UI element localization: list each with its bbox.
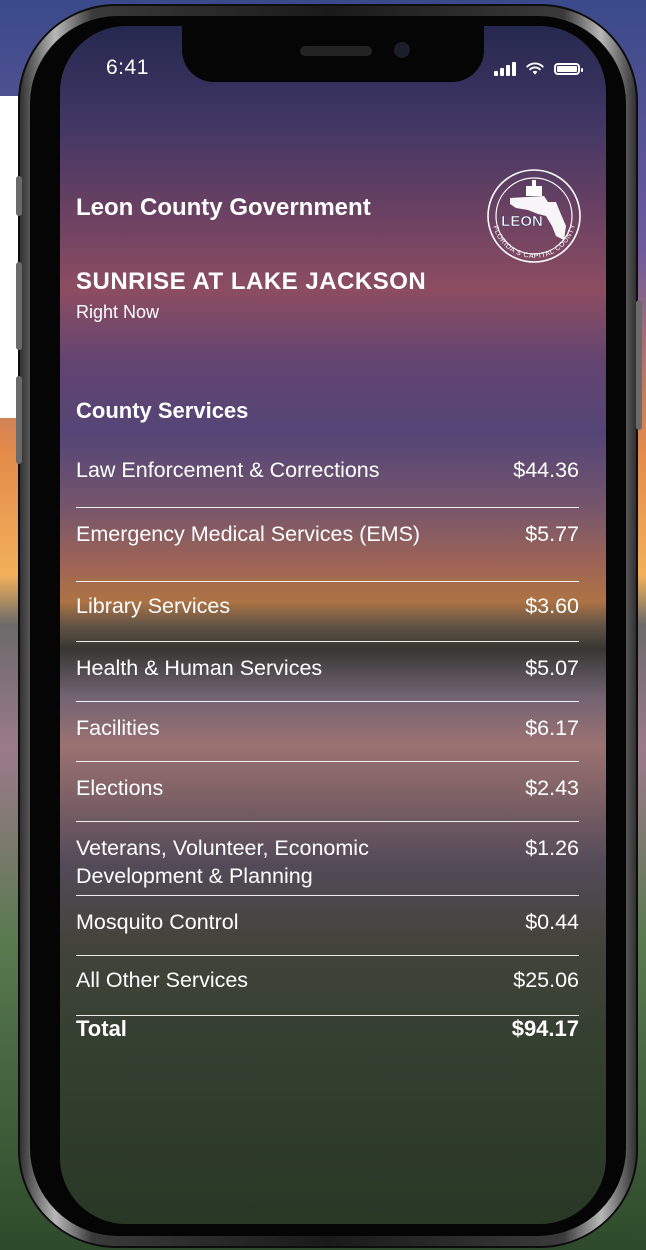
service-row: Emergency Medical Services (EMS) $5.77 [76,508,579,582]
service-row: Law Enforcement & Corrections $44.36 [76,448,579,508]
service-name: Library Services [76,594,231,618]
service-row: Library Services $3.60 [76,582,579,642]
front-camera [394,42,410,58]
speaker-grille [300,46,372,56]
service-amount: $3.60 [525,594,579,618]
service-row: Mosquito Control $0.44 [76,896,579,956]
photo-title: SUNRISE AT LAKE JACKSON [76,268,427,295]
status-icons [494,62,583,76]
battery-icon [554,63,583,75]
service-amount: $1.26 [525,836,579,860]
service-name: Veterans, Volunteer, Economic Developmen… [76,836,369,888]
service-row: Health & Human Services $5.07 [76,642,579,702]
total-label: Total [76,1016,127,1041]
service-row: All Other Services $25.06 [76,956,579,1016]
total-row: Total $94.17 [76,1016,579,1042]
home-indicator [230,1206,436,1212]
notch [182,26,484,82]
service-row: Veterans, Volunteer, Economic Developmen… [76,822,579,896]
service-row: Elections $2.43 [76,762,579,822]
county-services-heading: County Services [76,398,249,423]
cellular-signal-icon [494,62,516,76]
service-name: Health & Human Services [76,656,323,680]
service-amount: $2.43 [525,776,579,800]
volume-down-button [16,376,22,464]
total-amount: $94.17 [511,1016,579,1041]
organization-title: Leon County Government [76,194,371,221]
service-amount: $5.77 [525,522,579,546]
mute-switch [16,176,22,216]
app-content: 6:41 Leon County Government LEON FLORIDA… [60,26,606,1224]
service-row: Facilities $6.17 [76,702,579,762]
wifi-icon [526,62,544,75]
service-amount: $25.06 [513,968,579,992]
volume-up-button [16,262,22,350]
service-name: Mosquito Control [76,910,239,934]
service-amount: $5.07 [525,656,579,680]
service-name: Facilities [76,716,160,740]
leon-county-seal-logo: LEON FLORIDA'S CAPITAL COUNTY [487,169,581,263]
service-amount: $0.44 [525,910,579,934]
photo-subtitle: Right Now [76,302,160,322]
status-time: 6:41 [106,56,149,79]
svg-text:LEON: LEON [501,213,543,230]
service-name: All Other Services [76,968,249,992]
service-name: Emergency Medical Services (EMS) [76,522,421,546]
phone-screen: 6:41 Leon County Government LEON FLORIDA… [60,26,606,1224]
service-name: Law Enforcement & Corrections [76,458,380,482]
power-button [636,300,642,430]
service-amount: $6.17 [525,716,579,740]
county-services-list: Law Enforcement & Corrections $44.36 Eme… [76,448,579,1016]
service-name: Elections [76,776,164,800]
service-amount: $44.36 [513,458,579,482]
